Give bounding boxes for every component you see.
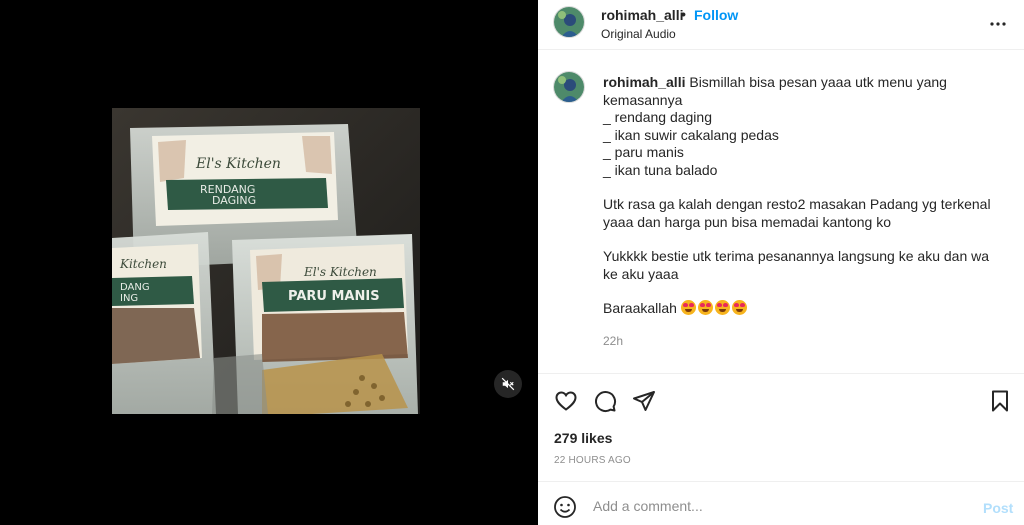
avatar[interactable]: [553, 6, 585, 38]
speaker-muted-icon: [501, 377, 515, 391]
avatar-image: [554, 7, 584, 37]
brand-text-1: El's Kitchen: [195, 156, 281, 172]
avatar-image: [554, 72, 584, 102]
likes-count[interactable]: 279 likes: [554, 430, 612, 446]
comment-button[interactable]: [591, 387, 619, 415]
caption-line: _ ikan suwir cakalang pedas: [603, 126, 779, 143]
share-button[interactable]: [630, 387, 658, 415]
post-date[interactable]: 22 HOURS AGO: [554, 455, 631, 466]
original-audio-link[interactable]: Original Audio: [601, 27, 676, 41]
caption-line: _ ikan tuna balado: [603, 161, 718, 178]
heart-eyes-emoji-icon: [697, 300, 713, 315]
caption-line: Baraakallah: [603, 300, 677, 316]
comment-bar: Post: [538, 481, 1024, 525]
caption-paragraph: Baraakallah: [603, 300, 1003, 318]
heart-icon: [555, 391, 577, 411]
emoji-picker-button[interactable]: [553, 495, 577, 519]
separator-dot: •: [681, 6, 686, 22]
caption-avatar[interactable]: [553, 71, 585, 103]
more-options-button[interactable]: [988, 14, 1008, 34]
action-bar: [538, 375, 1024, 425]
caption-section: rohimah_alli Bismillah bisa pesan yaaa u…: [538, 51, 1024, 374]
caption-username[interactable]: rohimah_alli: [603, 74, 685, 90]
emoji-group: [680, 300, 749, 316]
save-button[interactable]: [986, 387, 1014, 415]
caption-paragraph: Yukkkk bestie utk terima pesanannya lang…: [603, 248, 1003, 283]
caption-paragraph: rohimah_alli Bismillah bisa pesan yaaa u…: [603, 74, 1003, 179]
paper-plane-icon: [633, 391, 655, 411]
svg-text:Kitchen: Kitchen: [119, 257, 167, 271]
product-label-2: PARU MANIS: [288, 289, 380, 304]
caption-paragraph: Utk rasa ga kalah dengan resto2 masakan …: [603, 196, 1003, 231]
caption-timestamp[interactable]: 22h: [603, 334, 623, 348]
svg-text:DANG: DANG: [120, 282, 150, 293]
heart-eyes-emoji-icon: [680, 300, 696, 315]
caption-text: rohimah_alli Bismillah bisa pesan yaaa u…: [603, 74, 1003, 318]
header-username[interactable]: rohimah_alli: [601, 7, 683, 23]
caption-line: Yukkkk bestie utk terima pesanannya lang…: [603, 248, 990, 282]
svg-text:DAGING: DAGING: [212, 194, 256, 207]
bookmark-icon: [992, 390, 1008, 412]
post-video[interactable]: El's Kitchen RENDANG DAGING Kitchen DANG…: [112, 108, 420, 414]
caption-line: _ rendang daging: [603, 109, 712, 125]
comment-input[interactable]: [593, 494, 963, 518]
post-comment-button[interactable]: Post: [983, 500, 1013, 516]
smiley-icon: [554, 496, 576, 518]
brand-text-2: El's Kitchen: [303, 265, 377, 279]
heart-eyes-emoji-icon: [714, 300, 730, 315]
post-header: rohimah_alli • Follow Original Audio: [538, 0, 1024, 50]
post-media-pane: El's Kitchen RENDANG DAGING Kitchen DANG…: [0, 0, 538, 525]
follow-button[interactable]: Follow: [694, 7, 738, 23]
svg-text:ING: ING: [120, 293, 138, 304]
mute-button[interactable]: [494, 370, 522, 398]
comment-icon: [595, 391, 617, 413]
heart-eyes-emoji-icon: [731, 300, 747, 315]
caption-line: Utk rasa ga kalah dengan resto2 masakan …: [603, 196, 991, 230]
caption-line: _ paru manis: [603, 144, 684, 160]
post-side-panel: rohimah_alli • Follow Original Audio roh…: [538, 0, 1024, 525]
product-photo: El's Kitchen RENDANG DAGING Kitchen DANG…: [112, 108, 420, 414]
like-button[interactable]: [552, 387, 580, 415]
more-horizontal-icon: [990, 22, 1006, 26]
